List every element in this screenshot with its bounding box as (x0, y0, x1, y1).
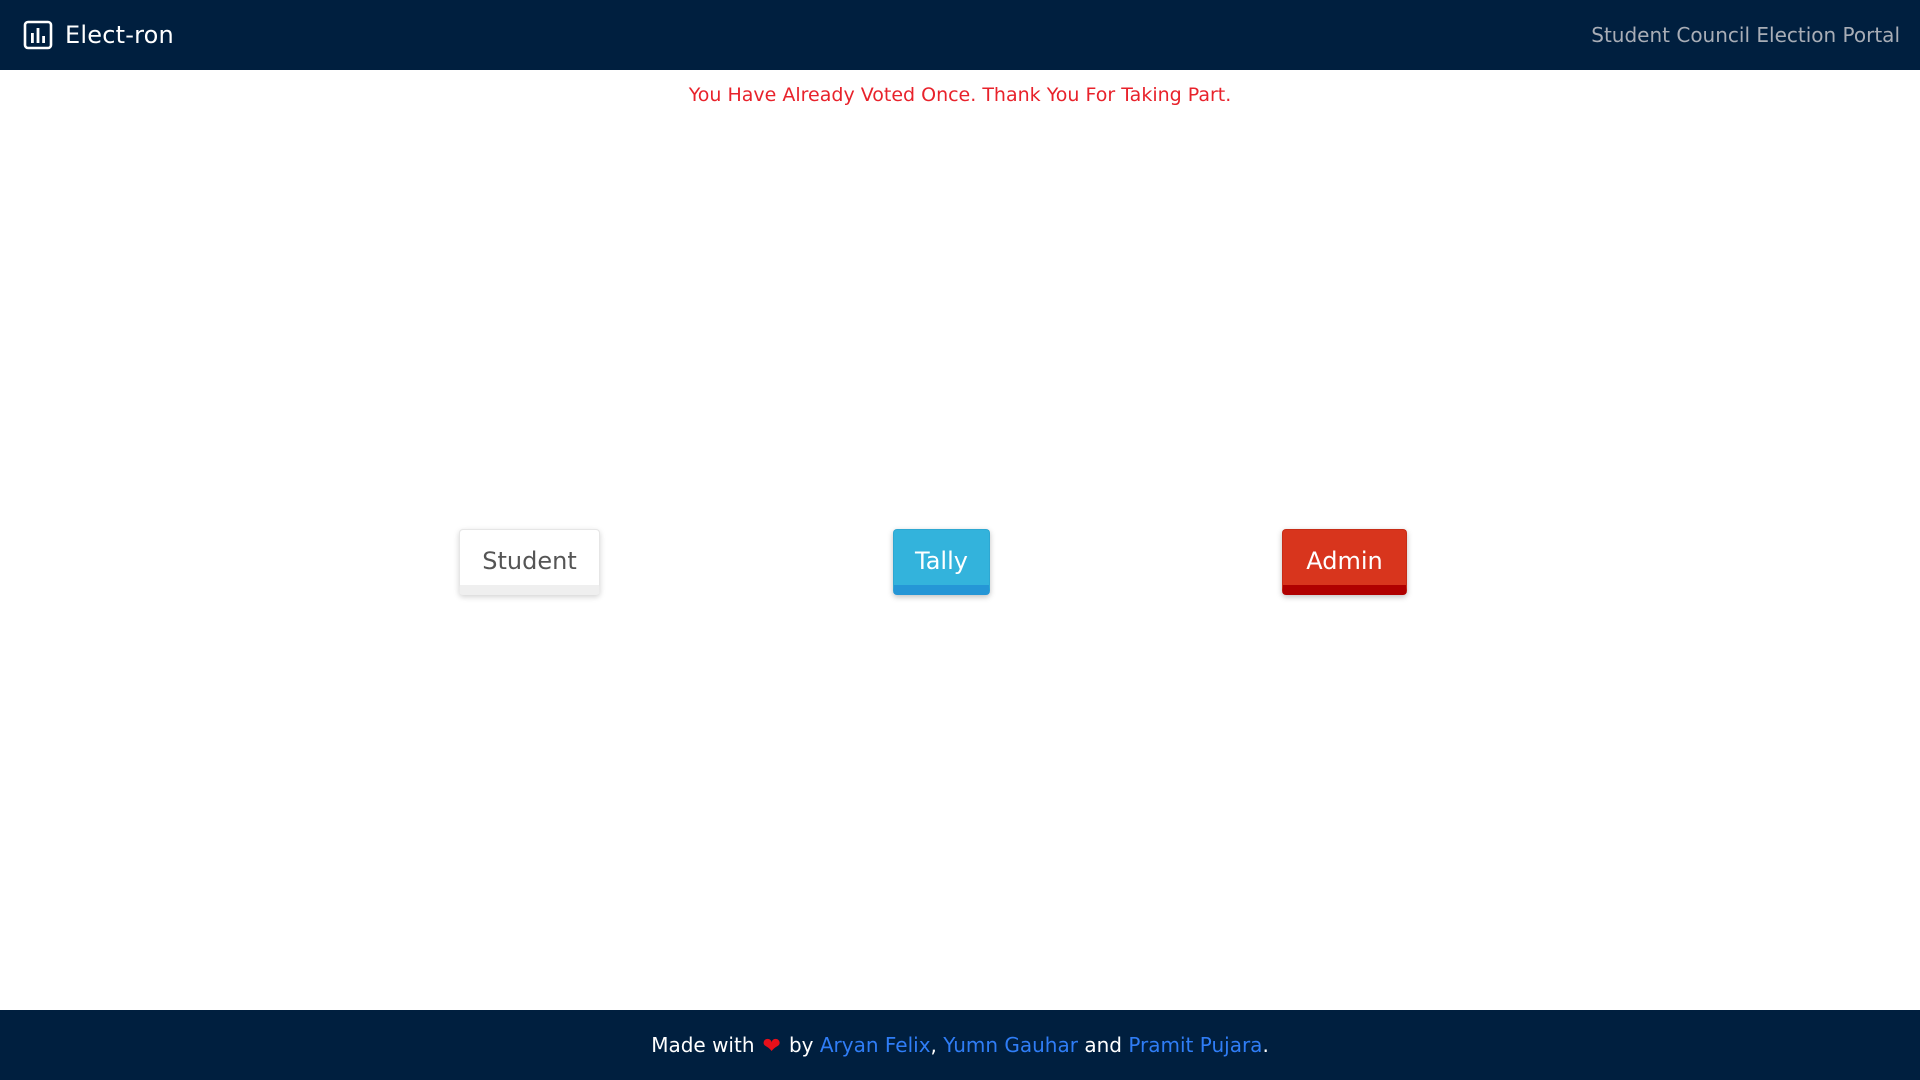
admin-button[interactable]: Admin (1282, 529, 1407, 595)
footer-by: by (788, 1033, 814, 1057)
author-link-yumn-gauhar[interactable]: Yumn Gauhar (943, 1033, 1078, 1057)
footer: Made with ❤ by Aryan Felix, Yumn Gauhar … (0, 1010, 1920, 1080)
footer-made-with: Made with (651, 1033, 755, 1057)
footer-and: and (1084, 1033, 1122, 1057)
page: Elect-ron Student Council Election Porta… (0, 0, 1920, 1080)
heart-icon: ❤ (762, 1033, 781, 1059)
brand-label: Elect-ron (65, 21, 174, 49)
navbar: Elect-ron Student Council Election Porta… (0, 0, 1920, 70)
portal-title: Student Council Election Portal (1591, 23, 1900, 47)
bar-chart-icon (23, 20, 53, 50)
author-link-aryan-felix[interactable]: Aryan Felix (820, 1033, 931, 1057)
author-link-pramit-pujara[interactable]: Pramit Pujara (1128, 1033, 1262, 1057)
footer-comma: , (930, 1033, 937, 1057)
footer-period: . (1262, 1033, 1269, 1057)
student-button[interactable]: Student (459, 529, 600, 595)
brand-link[interactable]: Elect-ron (23, 0, 174, 70)
already-voted-message: You Have Already Voted Once. Thank You F… (688, 84, 1232, 106)
tally-button[interactable]: Tally (893, 529, 990, 595)
